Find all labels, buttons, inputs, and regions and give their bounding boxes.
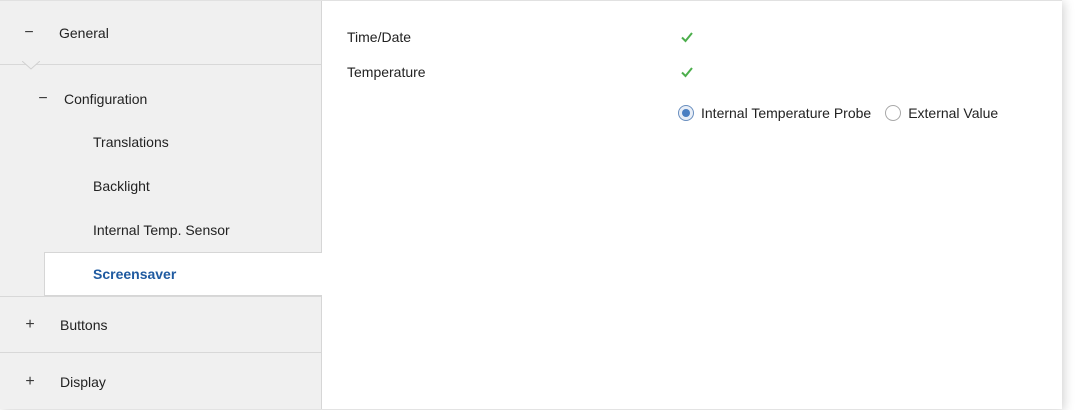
tree-item-buttons[interactable]: + Buttons xyxy=(0,297,321,353)
temperature-source-radio-group: Internal Temperature Probe External Valu… xyxy=(678,105,1012,121)
tree-notch xyxy=(22,61,40,70)
tree-item-buttons-label: Buttons xyxy=(60,316,108,333)
radio-external-value[interactable] xyxy=(885,105,902,121)
time-date-checkbox[interactable] xyxy=(680,30,694,44)
tree-item-internal-temp-sensor-label: Internal Temp. Sensor xyxy=(93,222,230,238)
tree-item-translations-label: Translations xyxy=(93,134,169,150)
tree-item-general-label: General xyxy=(59,24,109,41)
check-icon xyxy=(681,67,693,78)
tree-item-screensaver-label: Screensaver xyxy=(93,266,177,282)
check-icon xyxy=(681,32,693,43)
radio-internal-temperature-probe-label[interactable]: Internal Temperature Probe xyxy=(701,105,871,121)
tree-item-display[interactable]: + Display xyxy=(0,354,321,410)
tree-item-backlight-label: Backlight xyxy=(93,178,150,194)
tree-item-configuration[interactable]: − Configuration xyxy=(0,77,321,121)
tree-item-backlight[interactable]: Backlight xyxy=(0,164,321,208)
tree-item-configuration-label: Configuration xyxy=(64,91,148,107)
tree-item-internal-temp-sensor[interactable]: Internal Temp. Sensor xyxy=(0,208,321,252)
settings-panel: Time/Date Temperature Internal Temperatu… xyxy=(322,1,1062,409)
radio-internal-temperature-probe[interactable] xyxy=(678,105,694,121)
temperature-label: Temperature xyxy=(347,64,426,80)
tree-item-general[interactable]: − General xyxy=(0,1,321,65)
expand-icon[interactable]: + xyxy=(25,316,35,334)
time-date-label: Time/Date xyxy=(347,29,412,45)
tree-item-translations[interactable]: Translations xyxy=(0,120,321,164)
collapse-icon[interactable]: − xyxy=(38,90,48,108)
temperature-checkbox[interactable] xyxy=(680,65,694,79)
tree-item-screensaver[interactable]: Screensaver xyxy=(44,252,322,296)
window: − General − Configuration Translations B… xyxy=(0,0,1062,409)
expand-icon[interactable]: + xyxy=(25,373,35,391)
tree-item-display-label: Display xyxy=(60,374,106,390)
sidebar: − General − Configuration Translations B… xyxy=(0,1,322,409)
radio-external-value-label[interactable]: External Value xyxy=(908,105,998,121)
collapse-icon[interactable]: − xyxy=(24,24,34,42)
radio-selected-dot xyxy=(682,109,690,117)
